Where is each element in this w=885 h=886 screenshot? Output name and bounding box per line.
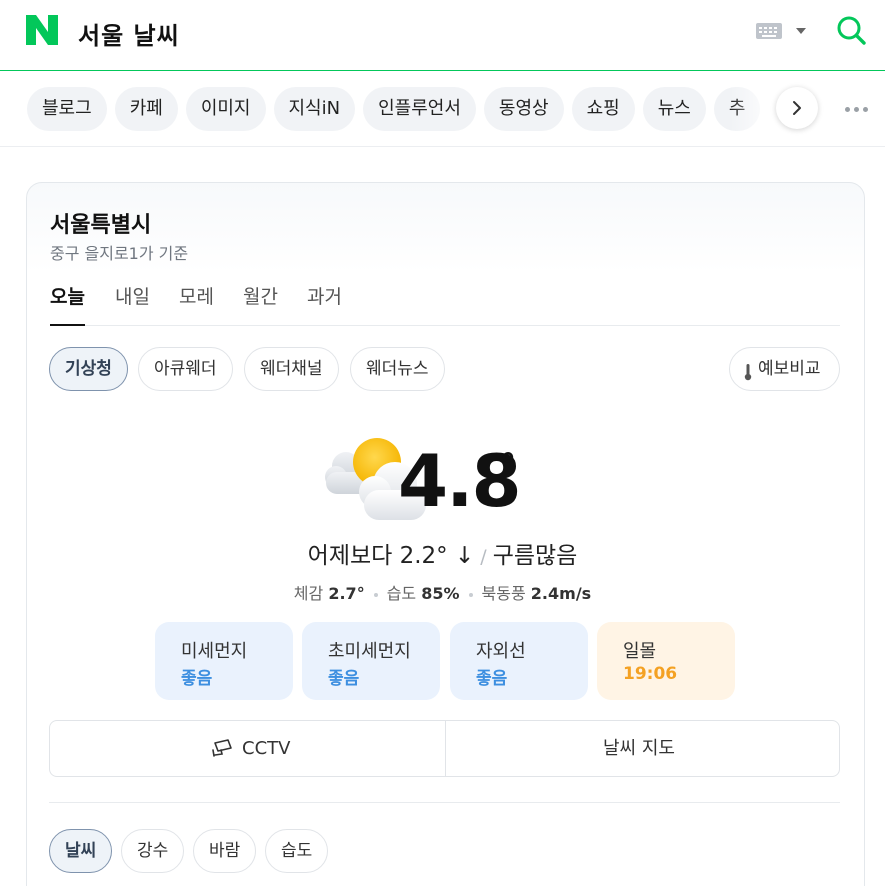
humidity-value: 85%	[421, 584, 460, 603]
source-kma[interactable]: 기상청	[49, 347, 128, 391]
search-header: 서울 날씨	[0, 0, 885, 71]
degree-symbol: °	[500, 446, 516, 484]
sunset-value: 19:06	[623, 664, 678, 684]
dot-separator	[373, 592, 378, 597]
fine-dust-value: 좋음	[181, 669, 213, 689]
tab-monthly[interactable]: 월간	[243, 282, 278, 326]
humidity-label: 습도	[386, 584, 417, 603]
category-tabs: 블로그카페이미지지식iN인플루언서동영상쇼핑뉴스추	[0, 71, 885, 147]
dot-separator	[468, 592, 473, 597]
chart-tab-precipitation[interactable]: 강수	[121, 829, 185, 873]
weather-details: 체감 2.7° 습도 85% 북동풍 2.4m/s	[0, 580, 885, 604]
source-weatherchannel[interactable]: 웨더채널	[244, 347, 339, 391]
sunset-label: 일몰	[623, 641, 657, 662]
chevron-right-icon	[793, 101, 801, 115]
wind-value: 2.4m/s	[530, 584, 592, 603]
tab-cafe[interactable]: 카페	[114, 87, 178, 131]
chevron-down-icon[interactable]	[796, 28, 806, 34]
keyboard-icon[interactable]	[756, 23, 782, 39]
tab-shopping[interactable]: 쇼핑	[571, 87, 635, 131]
forecast-compare-label: 예보비교	[758, 359, 821, 379]
day-tabs: 오늘 내일 모레 월간 과거	[50, 282, 840, 326]
forecast-compare-button[interactable]: 예보비교	[729, 347, 840, 391]
fine-dust-label: 미세먼지	[181, 641, 248, 662]
weather-map-link[interactable]: 날씨 지도	[603, 721, 675, 776]
tab-tomorrow[interactable]: 내일	[115, 282, 150, 326]
location-title: 서울특별시	[50, 213, 152, 238]
category-next-button[interactable]	[776, 87, 818, 129]
category-track: 블로그카페이미지지식iN인플루언서동영상쇼핑뉴스추	[27, 87, 768, 131]
tab-past[interactable]: 과거	[307, 282, 342, 326]
uv-card[interactable]: 자외선 좋음	[450, 622, 588, 700]
quick-links: CCTV 날씨 지도	[49, 720, 840, 777]
more-options-icon[interactable]	[845, 107, 869, 112]
temperature-summary: 어제보다 2.2° ↓ / 구름많음	[0, 536, 885, 570]
tab-news[interactable]: 뉴스	[642, 87, 706, 131]
wind-label: 북동풍	[481, 584, 526, 603]
ultrafine-dust-label: 초미세먼지	[328, 641, 411, 662]
search-icon[interactable]	[836, 15, 866, 45]
sunset-card[interactable]: 일몰 19:06	[597, 622, 735, 700]
cctv-icon	[212, 739, 232, 757]
yesterday-comparison: 어제보다 2.2° ↓	[307, 543, 475, 569]
tab-blog[interactable]: 블로그	[27, 87, 107, 131]
chart-tab-humidity[interactable]: 습도	[265, 829, 329, 873]
tab-video[interactable]: 동영상	[483, 87, 564, 131]
feels-like-label: 체감	[293, 584, 324, 603]
ultrafine-dust-value: 좋음	[328, 669, 360, 689]
naver-logo-icon[interactable]	[26, 15, 58, 45]
source-weathernews[interactable]: 웨더뉴스	[350, 347, 445, 391]
fine-dust-card[interactable]: 미세먼지 좋음	[155, 622, 293, 700]
cctv-label: CCTV	[242, 738, 291, 759]
tab-influencer[interactable]: 인플루언서	[363, 87, 476, 131]
thermometer-icon	[744, 364, 752, 381]
feels-like-value: 2.7°	[328, 584, 365, 603]
chart-tab-weather[interactable]: 날씨	[49, 829, 113, 873]
search-query[interactable]: 서울 날씨	[78, 16, 180, 51]
cctv-link[interactable]: CCTV	[212, 721, 352, 776]
tab-day-after[interactable]: 모레	[179, 282, 214, 326]
chart-tab-wind[interactable]: 바람	[193, 829, 257, 873]
tab-today[interactable]: 오늘	[50, 282, 85, 326]
ultrafine-dust-card[interactable]: 초미세먼지 좋음	[302, 622, 440, 700]
tab-image[interactable]: 이미지	[185, 87, 266, 131]
uv-value: 좋음	[476, 669, 508, 689]
section-divider	[49, 802, 840, 803]
source-accuweather[interactable]: 아큐웨더	[138, 347, 233, 391]
uv-label: 자외선	[476, 641, 526, 662]
link-divider	[445, 721, 446, 776]
tab-kin[interactable]: 지식iN	[273, 87, 356, 131]
weather-condition: 구름많음	[492, 543, 578, 569]
slash-divider: /	[480, 546, 487, 568]
location-subtitle: 중구 을지로1가 기준	[50, 244, 189, 263]
